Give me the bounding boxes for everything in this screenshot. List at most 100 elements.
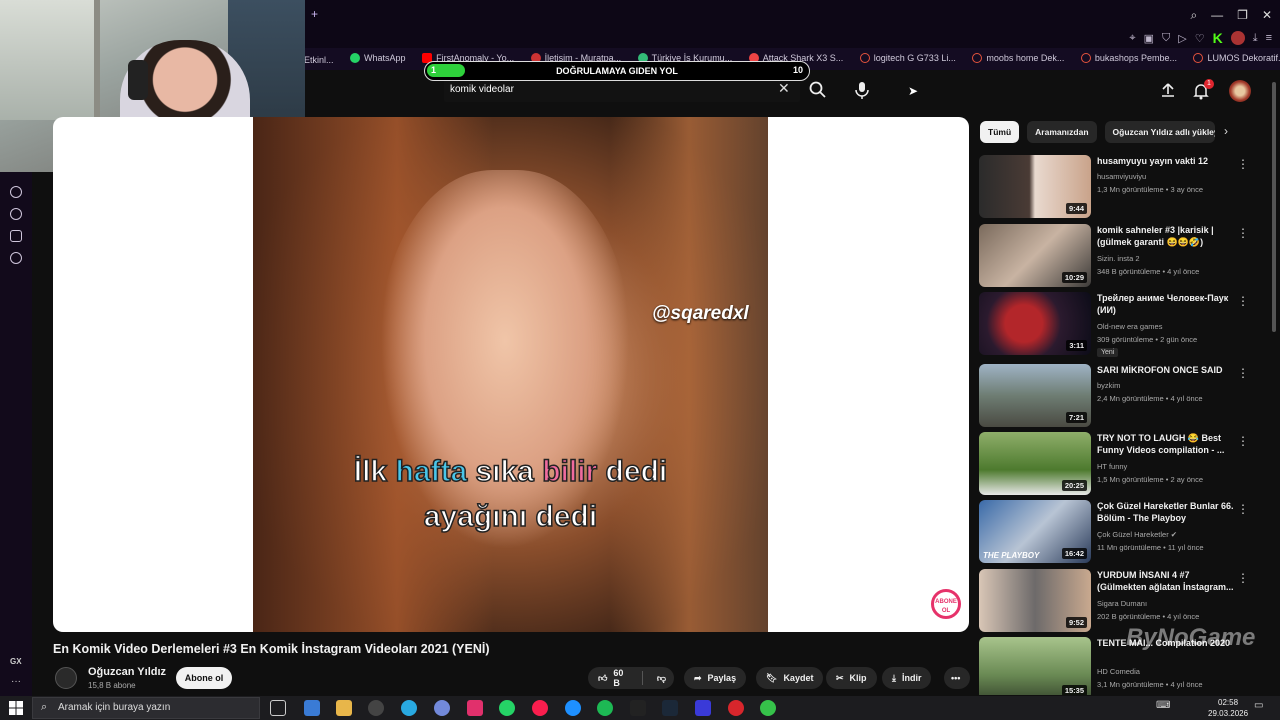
maximize-button[interactable]: ❐ xyxy=(1237,8,1248,23)
taskbar-search-input[interactable]: Aramak için buraya yazın xyxy=(58,702,170,713)
recommendation-item[interactable]: 10:29 komik sahneler #3 |karisik | (gülm… xyxy=(979,224,1249,288)
recommendation-item[interactable]: 7:21 SARI MİKROFON ONCE SAID byzkim 2,4 … xyxy=(979,364,1249,428)
clear-search-icon[interactable]: ✕ xyxy=(778,80,790,97)
taskbar-clock[interactable]: 02:58 29.03.2026 xyxy=(1208,697,1248,719)
play-icon[interactable]: ▷ xyxy=(1178,32,1186,45)
app-icon[interactable] xyxy=(695,700,711,716)
app-icon[interactable] xyxy=(304,700,320,716)
video-thumbnail[interactable]: 20:25 xyxy=(979,432,1091,495)
recommendation-channel[interactable]: HT funny xyxy=(1097,462,1127,471)
menu-icon[interactable]: ≡ xyxy=(1266,32,1272,44)
more-vert-icon[interactable]: ⋮ xyxy=(1237,157,1249,171)
extensions-icon[interactable] xyxy=(10,230,22,242)
share-button[interactable]: ➦ Paylaş xyxy=(684,667,747,689)
more-vert-icon[interactable]: ⋮ xyxy=(1237,294,1249,308)
settings-icon[interactable] xyxy=(10,252,22,264)
recommendation-title[interactable]: komik sahneler #3 |karisik | (gülmek gar… xyxy=(1097,224,1237,248)
chevron-right-icon[interactable]: › xyxy=(1224,124,1228,138)
recommendation-channel[interactable]: byzkim xyxy=(1097,381,1120,390)
file-explorer-icon[interactable] xyxy=(336,700,352,716)
close-window-button[interactable]: ✕ xyxy=(1262,8,1272,23)
recommendation-channel[interactable]: Sigara Dumanı xyxy=(1097,599,1147,608)
recommendation-channel[interactable]: Çok Güzel Hareketler ✔ xyxy=(1097,530,1177,539)
bookmark-item[interactable]: LUMOS Dekoratif... xyxy=(1193,53,1280,63)
windows-start-icon[interactable] xyxy=(8,700,24,716)
edge-icon[interactable] xyxy=(565,700,581,716)
download-icon[interactable]: ⤓ xyxy=(1253,32,1258,45)
recommendation-title[interactable]: TRY NOT TO LAUGH 😂 Best Funny Videos com… xyxy=(1097,432,1237,456)
save-button[interactable]: 🔖︎ Kaydet xyxy=(756,667,824,689)
video-thumbnail[interactable]: 10:29 xyxy=(979,224,1091,287)
steam-icon[interactable] xyxy=(662,700,678,716)
heart-icon[interactable]: ♡ xyxy=(1195,32,1205,45)
video-thumbnail[interactable]: 15:35 xyxy=(979,637,1091,695)
account-avatar[interactable] xyxy=(1229,80,1251,102)
app-icon[interactable] xyxy=(728,700,744,716)
profile-icon[interactable] xyxy=(1230,31,1245,45)
pin-icon[interactable]: ⌖ xyxy=(1129,32,1135,45)
recommendation-channel[interactable]: husamviyuviyu xyxy=(1097,172,1146,181)
kick-logo-icon[interactable]: K xyxy=(1213,30,1223,46)
recommendation-item[interactable]: 20:25 TRY NOT TO LAUGH 😂 Best Funny Vide… xyxy=(979,432,1249,496)
more-vert-icon[interactable]: ⋮ xyxy=(1237,502,1249,516)
recommendation-title[interactable]: husamyuyu yayın vakti 12 xyxy=(1097,155,1237,167)
snapshot-icon[interactable]: ▣ xyxy=(1144,32,1154,45)
channel-avatar[interactable] xyxy=(55,667,77,689)
more-icon[interactable]: ··· xyxy=(11,676,21,687)
telegram-icon[interactable] xyxy=(401,700,417,716)
bookmark-item[interactable]: WhatsApp xyxy=(350,53,406,63)
keyboard-icon[interactable]: ⌨ xyxy=(1156,700,1170,711)
dislike-button[interactable]: 👎︎ xyxy=(649,673,674,684)
download-button[interactable]: ⤓ İndir xyxy=(882,667,932,689)
spotify-icon[interactable] xyxy=(597,700,613,716)
task-view-icon[interactable] xyxy=(270,700,286,716)
video-thumbnail[interactable]: 3:11 xyxy=(979,292,1091,355)
bookmark-item[interactable]: bukashops Pembe... xyxy=(1080,53,1177,63)
recommendation-item[interactable]: 3:11 Трейлер аниме Человек-Паук (ИИ) Old… xyxy=(979,292,1249,357)
shield-icon[interactable]: ⛉ xyxy=(1162,32,1170,45)
instagram-icon[interactable] xyxy=(467,700,483,716)
more-vert-icon[interactable]: ⋮ xyxy=(1237,366,1249,380)
new-tab-icon[interactable]: + xyxy=(311,8,323,20)
recommendation-title[interactable]: Трейлер аниме Человек-Паук (ИИ) xyxy=(1097,292,1237,316)
recommendation-item[interactable]: 9:44 husamyuyu yayın vakti 12 husamviyuv… xyxy=(979,155,1249,219)
search-input[interactable]: komik videolar xyxy=(450,84,514,95)
player-icon[interactable] xyxy=(10,186,22,198)
recommendation-channel[interactable]: Sizin. insta 2 xyxy=(1097,254,1140,263)
video-thumbnail[interactable]: 9:44 xyxy=(979,155,1091,218)
app-icon[interactable] xyxy=(760,700,776,716)
recommendation-title[interactable]: Çok Güzel Hareketler Bunlar 66. Bölüm - … xyxy=(1097,500,1237,524)
epic-games-icon[interactable] xyxy=(630,700,646,716)
bookmark-item[interactable]: Etkinl... xyxy=(304,55,334,65)
chip-all[interactable]: Tümü xyxy=(980,121,1020,143)
recommendation-channel[interactable]: HD Comedia xyxy=(1097,667,1140,676)
chip-from-search[interactable]: Aramanızdan xyxy=(1027,121,1097,143)
discord-icon[interactable] xyxy=(434,700,450,716)
more-vert-icon[interactable]: ⋮ xyxy=(1237,434,1249,448)
subscribe-watermark[interactable]: ABONE OL xyxy=(931,589,961,619)
recommendation-title[interactable]: SARI MİKROFON ONCE SAID xyxy=(1097,364,1237,376)
recommendation-title[interactable]: YURDUM İNSANI 4 #7 (Gülmekten ağlatan İn… xyxy=(1097,569,1237,593)
mic-icon[interactable] xyxy=(852,80,872,100)
history-icon[interactable] xyxy=(10,208,22,220)
bookmark-item[interactable]: moobs home Dek... xyxy=(972,53,1064,63)
chip-from-uploader[interactable]: Oğuzcan Yıldız adlı yükleyiciden xyxy=(1104,121,1215,143)
scrollbar[interactable] xyxy=(1272,82,1276,332)
recommendation-channel[interactable]: Old-new era games xyxy=(1097,322,1162,331)
video-thumbnail[interactable]: 9:52 xyxy=(979,569,1091,632)
channel-name[interactable]: Oğuzcan Yıldız xyxy=(88,666,166,678)
app-icon[interactable] xyxy=(368,700,384,716)
minimize-button[interactable]: — xyxy=(1211,8,1223,23)
clip-button[interactable]: ✂ Klip xyxy=(826,667,877,689)
notifications-icon[interactable]: ▭ xyxy=(1254,700,1263,711)
opera-gx-icon[interactable] xyxy=(532,700,548,716)
more-vert-icon[interactable]: ⋮ xyxy=(1237,571,1249,585)
whatsapp-icon[interactable] xyxy=(499,700,515,716)
subscribe-button[interactable]: Abone ol xyxy=(176,667,232,689)
more-vert-icon[interactable]: ⋮ xyxy=(1237,226,1249,240)
more-actions-button[interactable]: ••• xyxy=(944,667,970,689)
video-thumbnail[interactable]: THE PLAYBOY 16:42 xyxy=(979,500,1091,563)
search-tabs-icon[interactable]: ⌕ xyxy=(1190,8,1197,23)
search-icon[interactable] xyxy=(808,80,828,100)
video-thumbnail[interactable]: 7:21 xyxy=(979,364,1091,427)
